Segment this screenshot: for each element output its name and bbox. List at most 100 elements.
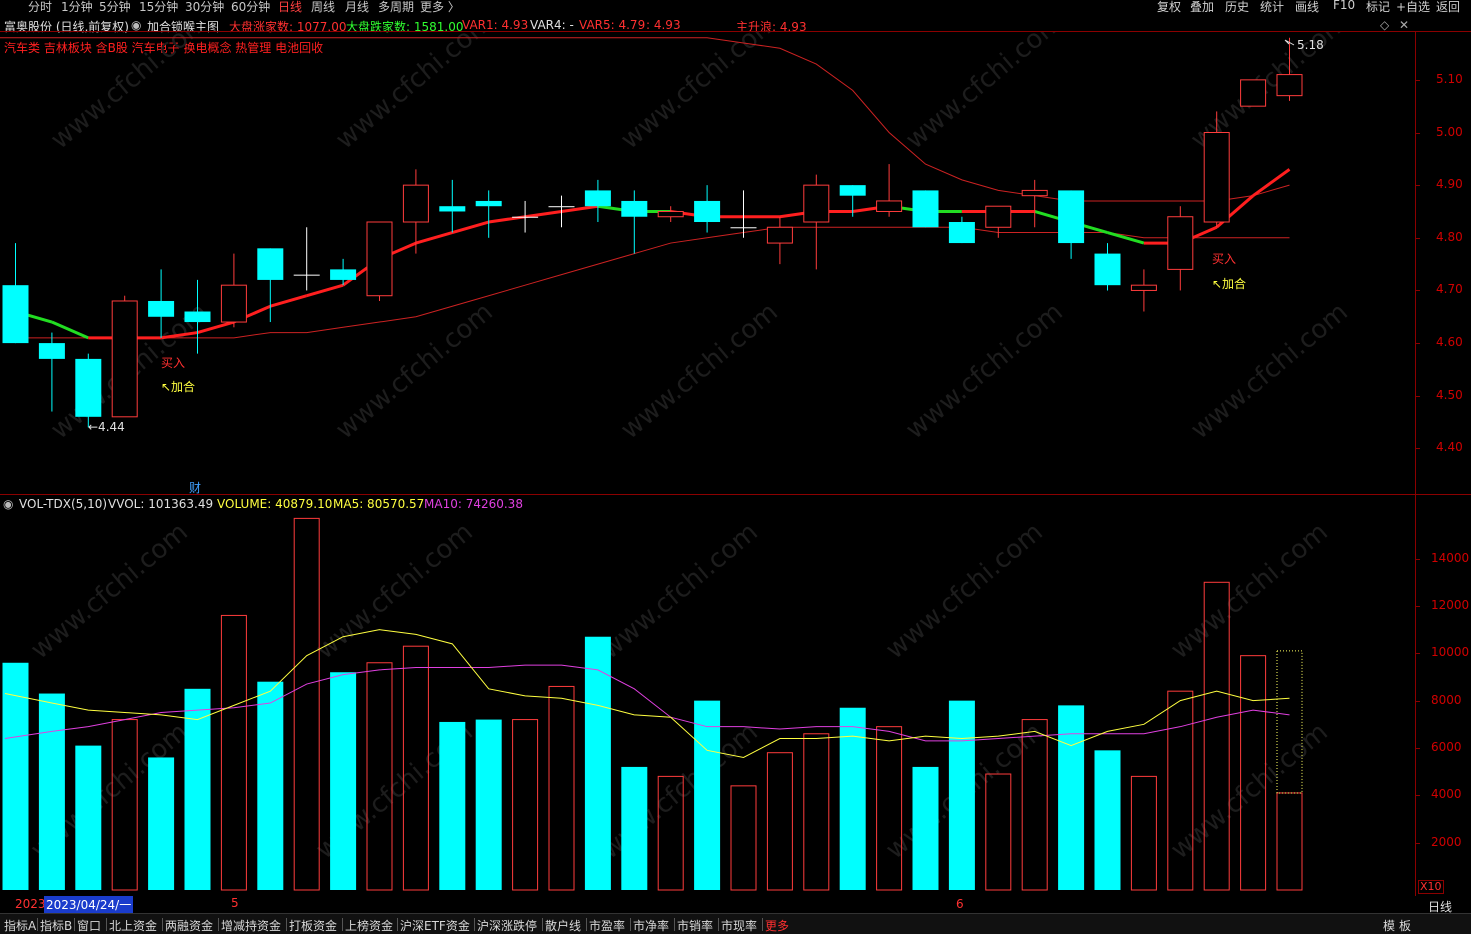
volume-bar[interactable] (439, 721, 466, 890)
tool-4[interactable]: 统计 (1260, 0, 1284, 15)
candle[interactable] (220, 253, 247, 328)
volume-bar[interactable] (257, 681, 284, 890)
bottom-tab-16[interactable]: 更多 (765, 917, 789, 934)
candle[interactable] (621, 190, 648, 254)
period-8[interactable]: 周线 (311, 0, 335, 15)
tool-9[interactable]: 返回 (1436, 0, 1460, 15)
volume-bar[interactable] (730, 785, 757, 891)
vol-indicator-name[interactable]: VOL-TDX(5,10) (19, 497, 107, 511)
tool-2[interactable]: 叠加 (1190, 0, 1214, 15)
period-10[interactable]: 多周期 (378, 0, 414, 15)
candle[interactable] (1021, 179, 1048, 228)
candle[interactable] (985, 205, 1012, 238)
volume-bar[interactable] (75, 745, 102, 890)
period-1[interactable]: 分时 (28, 0, 52, 15)
tool-1[interactable]: 复权 (1157, 0, 1181, 15)
bottom-tab-6[interactable]: 增减持资金 (221, 917, 281, 934)
period-9[interactable]: 月线 (345, 0, 369, 15)
candle[interactable] (293, 227, 320, 291)
tool-8[interactable]: +自选 (1396, 0, 1430, 15)
volume-bar[interactable] (912, 766, 939, 890)
candle[interactable] (584, 179, 611, 223)
volume-bar[interactable] (38, 693, 65, 890)
bottom-tab-1[interactable]: 指标A (4, 917, 36, 934)
period-7[interactable]: 日线 (278, 0, 302, 15)
candle[interactable] (38, 332, 65, 412)
period-11[interactable]: 更多 〉 (420, 0, 460, 15)
candle[interactable] (75, 353, 102, 428)
volume-bar[interactable] (766, 752, 793, 891)
volume-bar[interactable] (803, 733, 830, 891)
volume-bar[interactable] (330, 672, 357, 890)
bottom-tab-14[interactable]: 市销率 (677, 917, 713, 934)
volume-bar[interactable] (839, 707, 866, 890)
bottom-tab-12[interactable]: 市盈率 (589, 917, 625, 934)
bottom-tab-7[interactable]: 打板资金 (289, 917, 337, 934)
volume-bar[interactable] (985, 773, 1012, 891)
candle[interactable] (111, 295, 138, 418)
volume-bar[interactable] (876, 726, 903, 891)
finance-report-marker[interactable]: 财 (189, 481, 201, 494)
period-3[interactable]: 5分钟 (99, 0, 131, 15)
volume-bar[interactable] (293, 517, 320, 891)
tool-6[interactable]: F10 (1333, 0, 1355, 12)
candle[interactable] (694, 185, 721, 233)
volume-bar[interactable] (2, 662, 29, 890)
bottom-tab-5[interactable]: 两融资金 (165, 917, 213, 934)
volume-bar[interactable] (148, 757, 175, 890)
candle[interactable] (1130, 269, 1157, 312)
period-5[interactable]: 30分钟 (185, 0, 224, 15)
candle[interactable] (2, 243, 29, 344)
indicator-selector-icon[interactable]: ◉ (131, 18, 141, 32)
volume-chart[interactable]: www.cfchi.com www.cfchi.com www.cfchi.com w… (0, 512, 1415, 896)
volume-bar[interactable] (621, 766, 648, 890)
candle[interactable] (1167, 206, 1194, 291)
candle[interactable] (366, 221, 393, 301)
candle[interactable] (475, 190, 502, 238)
volume-bar[interactable] (694, 700, 721, 890)
close-icon[interactable]: ✕ (1399, 18, 1409, 32)
bottom-tab-4[interactable]: 北上资金 (109, 917, 157, 934)
tool-5[interactable]: 画线 (1295, 0, 1319, 15)
bottom-tab-8[interactable]: 上榜资金 (345, 917, 393, 934)
bottom-tab-2[interactable]: 指标B (40, 917, 72, 934)
bottom-tab-3[interactable]: 窗口 (77, 917, 101, 934)
period-2[interactable]: 1分钟 (61, 0, 93, 15)
candle[interactable] (1240, 79, 1267, 107)
candle[interactable] (330, 258, 357, 286)
collapse-icon[interactable]: ◇ (1380, 18, 1389, 32)
price-chart[interactable]: www.cfchi.com www.cfchi.com www.cfchi.com w… (0, 32, 1415, 494)
volume-bar[interactable] (1276, 792, 1303, 891)
volume-bar[interactable] (1094, 750, 1121, 890)
tool-3[interactable]: 历史 (1225, 0, 1249, 15)
candle[interactable] (803, 174, 830, 270)
vol-indicator-icon[interactable]: ◉ (3, 497, 13, 511)
bottom-tab-13[interactable]: 市净率 (633, 917, 669, 934)
candle[interactable] (439, 179, 466, 233)
candle[interactable] (876, 164, 903, 217)
candle[interactable] (1058, 190, 1085, 259)
candle[interactable] (657, 206, 684, 223)
candle[interactable] (948, 216, 975, 244)
template-button[interactable]: 模 (1383, 917, 1395, 934)
bottom-tab-10[interactable]: 沪深涨跌停 (477, 917, 537, 934)
candle[interactable] (512, 200, 539, 233)
volume-bar[interactable] (948, 700, 975, 890)
volume-bar[interactable] (512, 719, 539, 891)
period-4[interactable]: 15分钟 (139, 0, 178, 15)
candle[interactable] (1094, 243, 1121, 291)
volume-bar[interactable] (184, 688, 211, 890)
board-button[interactable]: 板 (1399, 917, 1411, 934)
volume-bar[interactable] (1130, 775, 1157, 891)
bottom-tab-9[interactable]: 沪深ETF资金 (400, 917, 470, 934)
bottom-tab-11[interactable]: 散户线 (545, 917, 581, 934)
candle[interactable] (184, 279, 211, 354)
period-6[interactable]: 60分钟 (231, 0, 270, 15)
volume-bar[interactable] (475, 719, 502, 890)
tool-7[interactable]: 标记 (1366, 0, 1390, 15)
candle[interactable] (766, 216, 793, 265)
candle[interactable] (912, 190, 939, 228)
candle[interactable] (730, 190, 757, 238)
bottom-tab-15[interactable]: 市现率 (721, 917, 757, 934)
volume-bar[interactable] (548, 685, 575, 891)
